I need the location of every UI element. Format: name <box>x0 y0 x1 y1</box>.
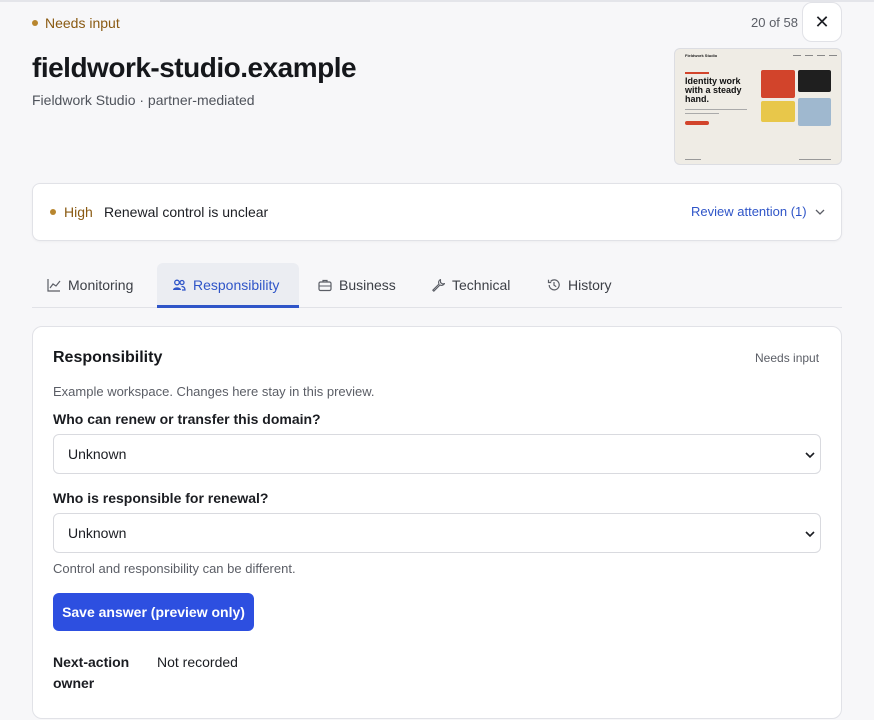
top-progress-line <box>0 0 874 2</box>
site-preview-thumbnail[interactable]: Fieldwork Studio Identity work with a st… <box>674 48 842 165</box>
tab-bar: Monitoring Responsibility Business Techn… <box>32 263 842 308</box>
chevron-down-icon <box>805 452 815 459</box>
renewal-responsible-select[interactable]: Unknown <box>53 513 821 553</box>
preview-brand: Fieldwork Studio <box>685 53 718 58</box>
select-value: Unknown <box>68 446 127 462</box>
next-action-owner-value: Not recorded <box>157 654 238 670</box>
chart-line-icon <box>47 279 61 292</box>
tab-responsibility[interactable]: Responsibility <box>157 263 299 308</box>
preview-headline: Identity work with a steady hand. <box>685 76 742 104</box>
chevron-down-icon <box>805 531 815 538</box>
page-title: fieldwork-studio.example <box>32 52 357 83</box>
tab-label: Technical <box>452 277 511 293</box>
renewal-responsible-label: Who is responsible for renewal? <box>53 490 269 506</box>
tab-monitoring[interactable]: Monitoring <box>47 263 133 307</box>
renew-transfer-select[interactable]: Unknown <box>53 434 821 474</box>
status-indicator: Needs input <box>32 15 120 31</box>
panel-status: Needs input <box>755 351 820 365</box>
next-action-owner-label: Next-action owner <box>53 654 130 691</box>
tab-label: Responsibility <box>193 277 280 293</box>
users-icon <box>173 279 186 291</box>
briefcase-icon <box>318 279 332 292</box>
history-icon <box>547 279 560 291</box>
attention-alert[interactable]: High Renewal control is unclear Review a… <box>32 183 842 241</box>
close-button[interactable]: ✕ <box>802 2 842 42</box>
severity-dot <box>50 209 56 215</box>
select-value: Unknown <box>68 525 127 541</box>
severity-badge: High <box>50 204 93 220</box>
status-text: Needs input <box>45 15 120 31</box>
close-icon: ✕ <box>814 11 830 32</box>
wrench-icon <box>432 278 445 292</box>
responsibility-panel: Responsibility Needs input Example works… <box>32 326 842 719</box>
panel-title: Responsibility <box>53 349 163 366</box>
preview-cta <box>685 121 709 125</box>
page-subtitle: Fieldwork Studio · partner-mediated <box>32 92 255 108</box>
tab-label: Monitoring <box>68 277 134 293</box>
hint-text: Control and responsibility can be differ… <box>53 561 296 576</box>
preview-note: Example workspace. Changes here stay in … <box>53 384 375 399</box>
tab-history[interactable]: History <box>547 263 612 307</box>
tab-business[interactable]: Business <box>318 263 396 307</box>
save-answer-button[interactable]: Save answer (preview only) <box>53 593 254 631</box>
tab-label: Business <box>339 277 396 293</box>
alert-message: Renewal control is unclear <box>104 204 269 220</box>
tab-label: History <box>568 277 612 293</box>
tab-technical[interactable]: Technical <box>431 263 510 307</box>
chevron-down-icon[interactable] <box>814 206 826 218</box>
severity-label: High <box>64 204 93 220</box>
item-counter: 20 of 58 <box>751 15 798 30</box>
status-dot <box>32 20 38 26</box>
review-attention-link[interactable]: Review attention (1) <box>691 204 807 219</box>
renew-transfer-label: Who can renew or transfer this domain? <box>53 411 321 427</box>
